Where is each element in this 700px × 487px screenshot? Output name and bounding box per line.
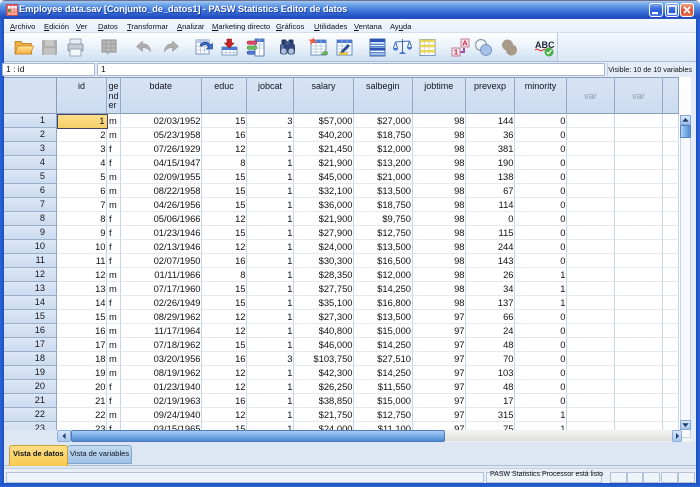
svg-text:A: A [462,39,468,48]
svg-text:1: 1 [453,48,457,57]
svg-text:ABC: ABC [535,40,555,50]
